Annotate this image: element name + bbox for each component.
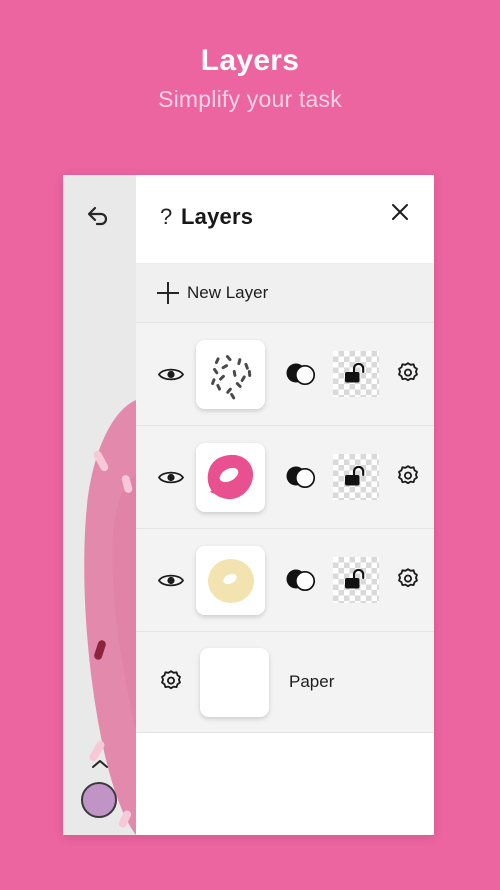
new-layer-button[interactable]: New Layer [136,264,434,323]
blend-mode-icon[interactable] [279,558,323,602]
layers-panel: ? Layers New Layer Paper [136,175,434,835]
page-title: Layers [181,204,254,229]
eye-icon[interactable] [156,361,186,387]
eye-icon[interactable] [156,567,186,593]
undo-arrow-icon [87,206,108,226]
blend-mode-icon[interactable] [279,352,323,396]
layer-list: Paper [136,323,434,733]
paper-row[interactable]: Paper [136,632,434,733]
gear-icon[interactable] [153,664,189,700]
canvas-artwork [63,175,136,835]
collapse-toolbar-button[interactable] [85,753,115,775]
chevron-up-icon [92,760,108,768]
unlocked-padlock-icon[interactable] [333,454,379,500]
eye-icon[interactable] [156,464,186,490]
layer-thumbnail-dough[interactable] [196,545,265,615]
gear-icon[interactable] [390,356,426,392]
close-x-icon [392,204,408,220]
app-window: ? Layers New Layer Paper [63,175,434,835]
promo-subtitle: Simplify your task [158,86,342,112]
paper-label: Paper [289,672,335,691]
unlocked-padlock-icon[interactable] [333,557,379,603]
help-icon[interactable]: ? [160,206,172,228]
plus-icon [157,282,179,304]
tool-rail [63,175,136,835]
unlocked-padlock-icon[interactable] [333,351,379,397]
close-button[interactable] [383,195,417,229]
layer-thumbnail-frosting[interactable] [196,442,265,512]
gear-icon[interactable] [390,562,426,598]
new-layer-label: New Layer [187,283,269,302]
promo-title: Layers [200,44,300,77]
panel-header: ? Layers [136,175,434,264]
panel-footer [136,733,434,833]
undo-button[interactable] [80,197,118,235]
table-row[interactable] [136,323,434,426]
blend-mode-icon[interactable] [279,455,323,499]
layer-thumbnail-sprinkles[interactable] [196,339,265,409]
color-swatch[interactable] [81,782,117,818]
table-row[interactable] [136,426,434,529]
paper-thumbnail[interactable] [200,647,269,717]
promo-header: Layers Simplify your task [0,0,500,175]
gear-icon[interactable] [390,459,426,495]
table-row[interactable] [136,529,434,632]
